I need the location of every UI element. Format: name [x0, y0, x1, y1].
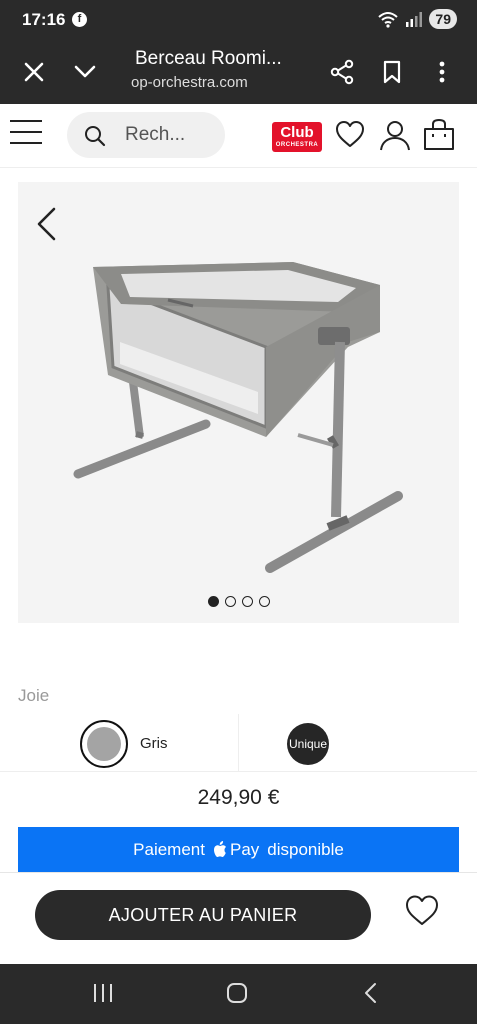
signal-icon: [406, 12, 423, 27]
add-to-cart-button[interactable]: AJOUTER AU PANIER: [35, 890, 371, 940]
product-price: 249,90 €: [197, 786, 280, 809]
share-icon[interactable]: [326, 56, 358, 88]
search-icon: [85, 126, 106, 147]
system-nav-bar: [0, 964, 477, 1024]
home-icon[interactable]: [226, 982, 248, 1004]
bookmark-icon[interactable]: [376, 56, 408, 88]
gallery-pagination: [18, 596, 459, 607]
status-time: 17:16: [22, 10, 66, 29]
size-option-unique[interactable]: Unique: [287, 723, 329, 765]
chevron-down-icon[interactable]: [69, 56, 101, 88]
site-header: Club ORCHESTRA: [0, 104, 477, 168]
status-indicators: 79: [377, 9, 457, 29]
more-vert-icon[interactable]: [426, 56, 458, 88]
battery-indicator: 79: [429, 9, 457, 29]
brand-name[interactable]: Joie: [18, 686, 49, 706]
wishlist-heart-icon[interactable]: [404, 893, 440, 927]
facebook-notification-icon: f: [72, 12, 87, 27]
applepay-banner: Paiement Pay disponible: [18, 827, 459, 872]
variant-divider: [238, 714, 239, 772]
applepay-pay: Pay: [229, 839, 260, 859]
pagination-dot-1[interactable]: [207, 596, 219, 607]
page-title[interactable]: Berceau Roomi...: [135, 48, 282, 70]
user-icon[interactable]: [378, 118, 412, 152]
color-swatch-selected[interactable]: [80, 720, 128, 768]
applepay-prefix: Paiement: [133, 839, 205, 859]
recent-apps-icon[interactable]: [92, 982, 114, 1004]
section-divider: [0, 872, 477, 873]
pagination-dot-3[interactable]: [241, 596, 253, 607]
applepay-suffix: disponible: [267, 839, 344, 859]
variant-selector: Gris Unique: [0, 714, 477, 772]
apple-logo-icon: [213, 841, 226, 857]
color-swatch-gris: [87, 727, 121, 761]
back-icon[interactable]: [362, 982, 378, 1004]
menu-icon[interactable]: [10, 120, 42, 148]
status-bar: 17:16 f 79: [0, 0, 477, 40]
browser-toolbar: Berceau Roomi... op-orchestra.com: [0, 40, 477, 104]
close-icon[interactable]: [18, 56, 50, 88]
wifi-icon: [378, 12, 399, 28]
search-input[interactable]: [125, 112, 220, 158]
bag-icon[interactable]: [422, 118, 456, 152]
color-label: Gris: [140, 735, 168, 752]
product-image: [73, 262, 403, 573]
pagination-dot-2[interactable]: [224, 596, 236, 607]
page-url[interactable]: op-orchestra.com: [131, 74, 248, 91]
search-box[interactable]: [67, 112, 225, 158]
heart-icon[interactable]: [334, 118, 366, 150]
product-gallery[interactable]: [18, 182, 459, 623]
club-orchestra-logo[interactable]: Club ORCHESTRA: [272, 122, 322, 152]
pagination-dot-4[interactable]: [258, 596, 270, 607]
